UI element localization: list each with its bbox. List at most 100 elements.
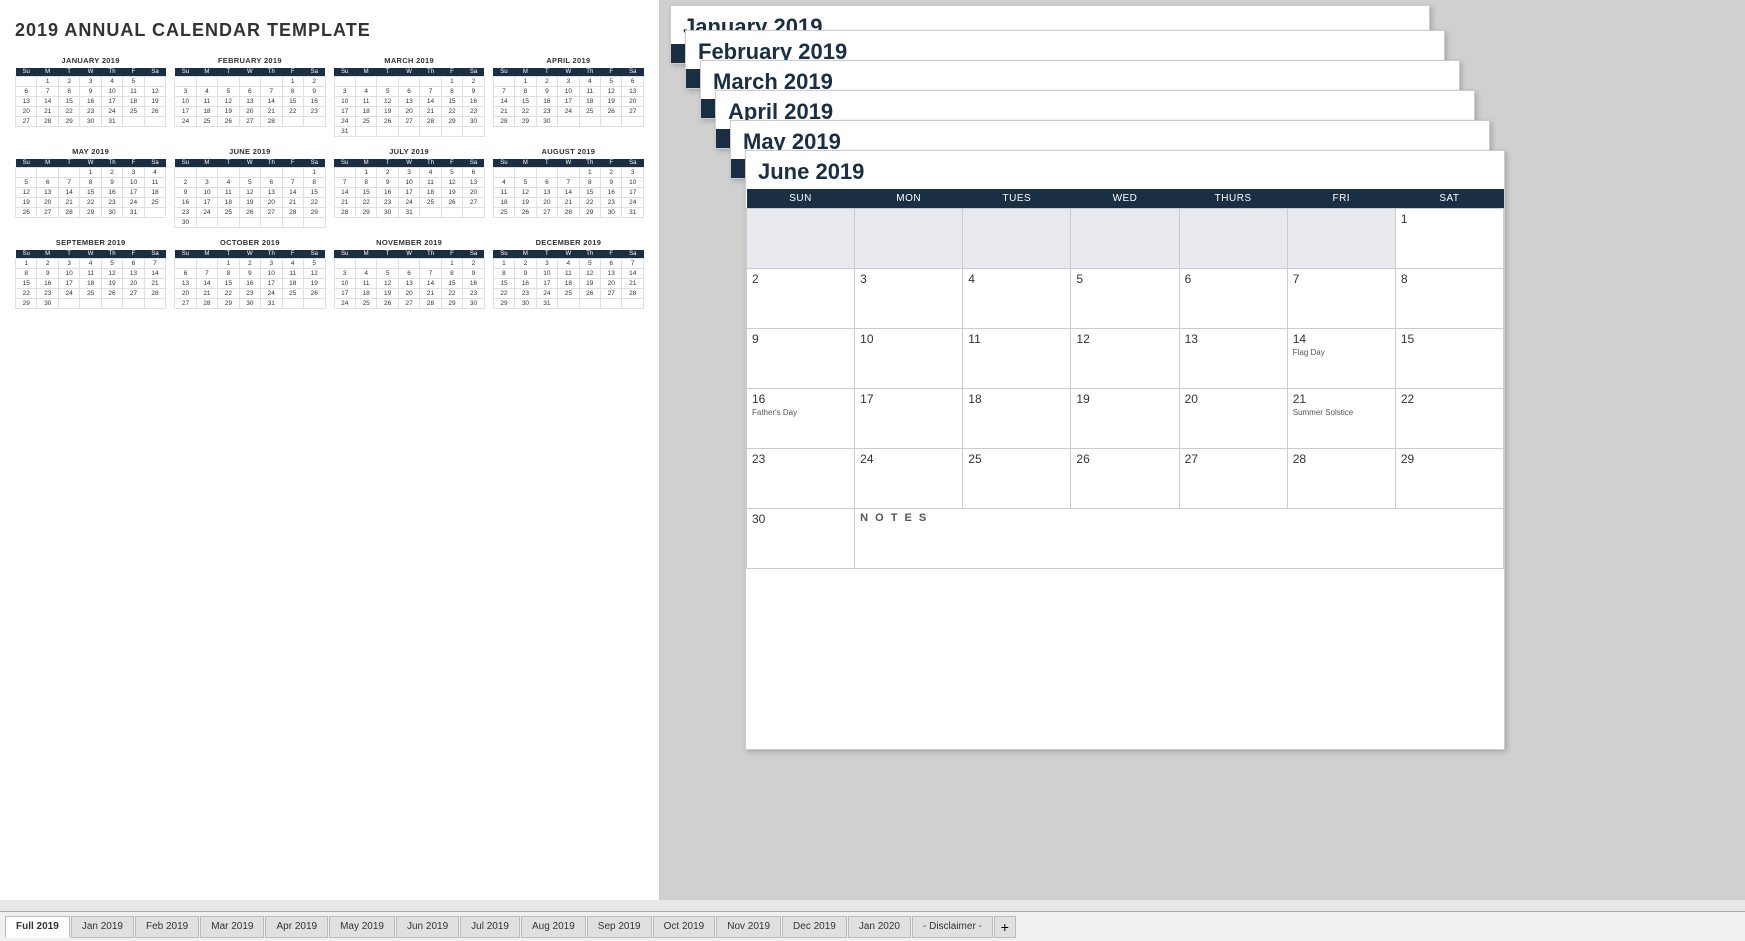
mini-cal-oct-title: OCTOBER 2019	[174, 238, 325, 247]
tab-apr-2019[interactable]: Apr 2019	[265, 916, 328, 938]
mini-cal-mar-title: MARCH 2019	[334, 56, 485, 65]
mini-cal-dec: DECEMBER 2019 SuMTWThFSa 1234567 8910111…	[493, 238, 644, 309]
mini-cal-mar: MARCH 2019 SuMTWThFSa 12 3456789 1011121…	[334, 56, 485, 137]
day-18: 18	[963, 389, 1071, 449]
day-21: 21 Summer Solstice	[1287, 389, 1395, 449]
notes-label: N O T E S	[860, 512, 928, 524]
mini-cal-apr: APRIL 2019 SuMTWThFSa 123456 78910111213…	[493, 56, 644, 137]
day-14: 14 Flag Day	[1287, 329, 1395, 389]
day-23: 23	[747, 449, 855, 509]
day-10: 10	[855, 329, 963, 389]
mini-cal-jan-title: JANUARY 2019	[15, 56, 166, 65]
week-row-1: 1	[747, 209, 1504, 269]
day-30: 30	[747, 509, 855, 569]
right-panel: January 2019 SUNMONTUESWEDTHURSFRISAT Fe…	[660, 0, 1745, 900]
col-thurs: THURS	[1179, 189, 1287, 209]
empty-cell	[855, 209, 963, 269]
tab-dec-2019[interactable]: Dec 2019	[782, 916, 847, 938]
mini-cal-feb-title: FEBRUARY 2019	[174, 56, 325, 65]
tab-aug-2019[interactable]: Aug 2019	[521, 916, 586, 938]
day-17: 17	[855, 389, 963, 449]
week-row-6: 30 N O T E S	[747, 509, 1504, 569]
week-row-4: 16 Father's Day 17 18 19 20 21 Summer So…	[747, 389, 1504, 449]
mini-cal-feb: FEBRUARY 2019 SuMTWThFSa 12 3456789 1011…	[174, 56, 325, 137]
empty-cell	[1179, 209, 1287, 269]
day-16: 16 Father's Day	[747, 389, 855, 449]
day-19: 19	[1071, 389, 1179, 449]
day-24: 24	[855, 449, 963, 509]
day-12: 12	[1071, 329, 1179, 389]
mini-cal-oct: OCTOBER 2019 SuMTWThFSa 12345 6789101112…	[174, 238, 325, 309]
tab-oct-2019[interactable]: Oct 2019	[653, 916, 716, 938]
day-28: 28	[1287, 449, 1395, 509]
summer-solstice-label: Summer Solstice	[1293, 408, 1390, 417]
mini-cal-aug: AUGUST 2019 SuMTWThFSa 123 45678910 1112…	[493, 147, 644, 228]
col-mon: MON	[855, 189, 963, 209]
empty-cell	[747, 209, 855, 269]
col-sun: SUN	[747, 189, 855, 209]
empty-cell	[963, 209, 1071, 269]
mini-cal-jul-title: JULY 2019	[334, 147, 485, 156]
day-2: 2	[747, 269, 855, 329]
col-wed: WED	[1071, 189, 1179, 209]
day-7: 7	[1287, 269, 1395, 329]
day-15: 15	[1395, 329, 1503, 389]
fathers-day-label: Father's Day	[752, 408, 849, 417]
week-row-3: 9 10 11 12 13 14 Flag Day 15	[747, 329, 1504, 389]
tab-full-2019[interactable]: Full 2019	[5, 916, 70, 938]
tab-nov-2019[interactable]: Nov 2019	[716, 916, 781, 938]
day-8: 8	[1395, 269, 1503, 329]
day-26: 26	[1071, 449, 1179, 509]
mini-cal-nov-title: NOVEMBER 2019	[334, 238, 485, 247]
mini-cal-may-title: MAY 2019	[15, 147, 166, 156]
week-row-5: 23 24 25 26 27 28 29	[747, 449, 1504, 509]
annual-title: 2019 ANNUAL CALENDAR TEMPLATE	[15, 20, 644, 41]
jun-title: June 2019	[746, 151, 1504, 189]
tab-sep-2019[interactable]: Sep 2019	[587, 916, 652, 938]
day-6: 6	[1179, 269, 1287, 329]
mini-cal-jun: JUNE 2019 SuMTWThFSa 1 2345678 910111213…	[174, 147, 325, 228]
mini-calendars-grid: JANUARY 2019 SuMTWThFSa 12345 6789101112…	[15, 56, 644, 309]
day-27: 27	[1179, 449, 1287, 509]
tab-mar-2019[interactable]: Mar 2019	[200, 916, 264, 938]
tab-feb-2019[interactable]: Feb 2019	[135, 916, 199, 938]
tab-jan-2020[interactable]: Jan 2020	[848, 916, 911, 938]
mini-cal-jan: JANUARY 2019 SuMTWThFSa 12345 6789101112…	[15, 56, 166, 137]
week-row-2: 2 3 4 5 6 7 8	[747, 269, 1504, 329]
calendar-stack: January 2019 SUNMONTUESWEDTHURSFRISAT Fe…	[660, 0, 1745, 900]
day-5: 5	[1071, 269, 1179, 329]
mini-cal-nov: NOVEMBER 2019 SuMTWThFSa 12 3456789 1011…	[334, 238, 485, 309]
mini-cal-may: MAY 2019 SuMTWThFSa 1234 567891011 12131…	[15, 147, 166, 228]
tab-bar: Full 2019 Jan 2019 Feb 2019 Mar 2019 Apr…	[0, 911, 1745, 941]
mini-cal-sep-title: SEPTEMBER 2019	[15, 238, 166, 247]
col-fri: FRI	[1287, 189, 1395, 209]
day-9: 9	[747, 329, 855, 389]
notes-cell: N O T E S	[855, 509, 1504, 569]
month-card-jun: June 2019 SUN MON TUES WED THURS FRI SAT	[745, 150, 1505, 750]
empty-cell	[1071, 209, 1179, 269]
mini-cal-jul: JULY 2019 SuMTWThFSa 123456 78910111213 …	[334, 147, 485, 228]
empty-cell	[1287, 209, 1395, 269]
col-sat: SAT	[1395, 189, 1503, 209]
mini-cal-aug-title: AUGUST 2019	[493, 147, 644, 156]
tab-may-2019[interactable]: May 2019	[329, 916, 395, 938]
mini-cal-sep: SEPTEMBER 2019 SuMTWThFSa 1234567 891011…	[15, 238, 166, 309]
tab-disclaimer[interactable]: - Disclaimer -	[912, 916, 993, 938]
day-4: 4	[963, 269, 1071, 329]
tab-jan-2019[interactable]: Jan 2019	[71, 916, 134, 938]
mini-cal-apr-title: APRIL 2019	[493, 56, 644, 65]
day-13: 13	[1179, 329, 1287, 389]
day-20: 20	[1179, 389, 1287, 449]
tab-jun-2019[interactable]: Jun 2019	[396, 916, 459, 938]
left-panel: 2019 ANNUAL CALENDAR TEMPLATE JANUARY 20…	[0, 0, 660, 900]
flag-day-label: Flag Day	[1293, 348, 1390, 357]
day-3: 3	[855, 269, 963, 329]
day-22: 22	[1395, 389, 1503, 449]
tab-jul-2019[interactable]: Jul 2019	[460, 916, 520, 938]
mini-cal-jun-title: JUNE 2019	[174, 147, 325, 156]
day-11: 11	[963, 329, 1071, 389]
day-25: 25	[963, 449, 1071, 509]
tab-add-button[interactable]: +	[994, 916, 1016, 938]
mini-cal-dec-title: DECEMBER 2019	[493, 238, 644, 247]
main-area: 2019 ANNUAL CALENDAR TEMPLATE JANUARY 20…	[0, 0, 1745, 900]
